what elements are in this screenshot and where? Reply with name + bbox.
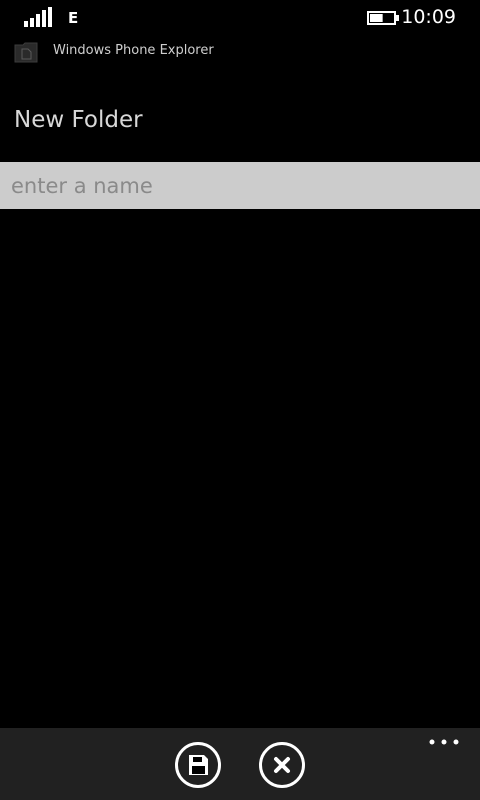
cancel-button[interactable]	[259, 742, 305, 788]
status-bar: E 10:09	[0, 0, 480, 36]
app-bar	[0, 728, 480, 800]
page-title: New Folder	[14, 107, 143, 133]
battery-icon	[367, 11, 399, 25]
signal-strength-icon	[24, 7, 52, 27]
folder-app-icon	[14, 42, 38, 63]
app-header: Windows Phone Explorer	[0, 38, 480, 66]
network-type-indicator: E	[68, 9, 79, 27]
more-ellipsis-icon[interactable]	[424, 732, 464, 752]
cancel-icon	[274, 757, 290, 773]
app-title: Windows Phone Explorer	[53, 43, 214, 58]
clock: 10:09	[401, 6, 456, 28]
folder-name-input[interactable]	[0, 162, 480, 209]
save-button[interactable]	[175, 742, 221, 788]
save-icon	[189, 755, 208, 775]
